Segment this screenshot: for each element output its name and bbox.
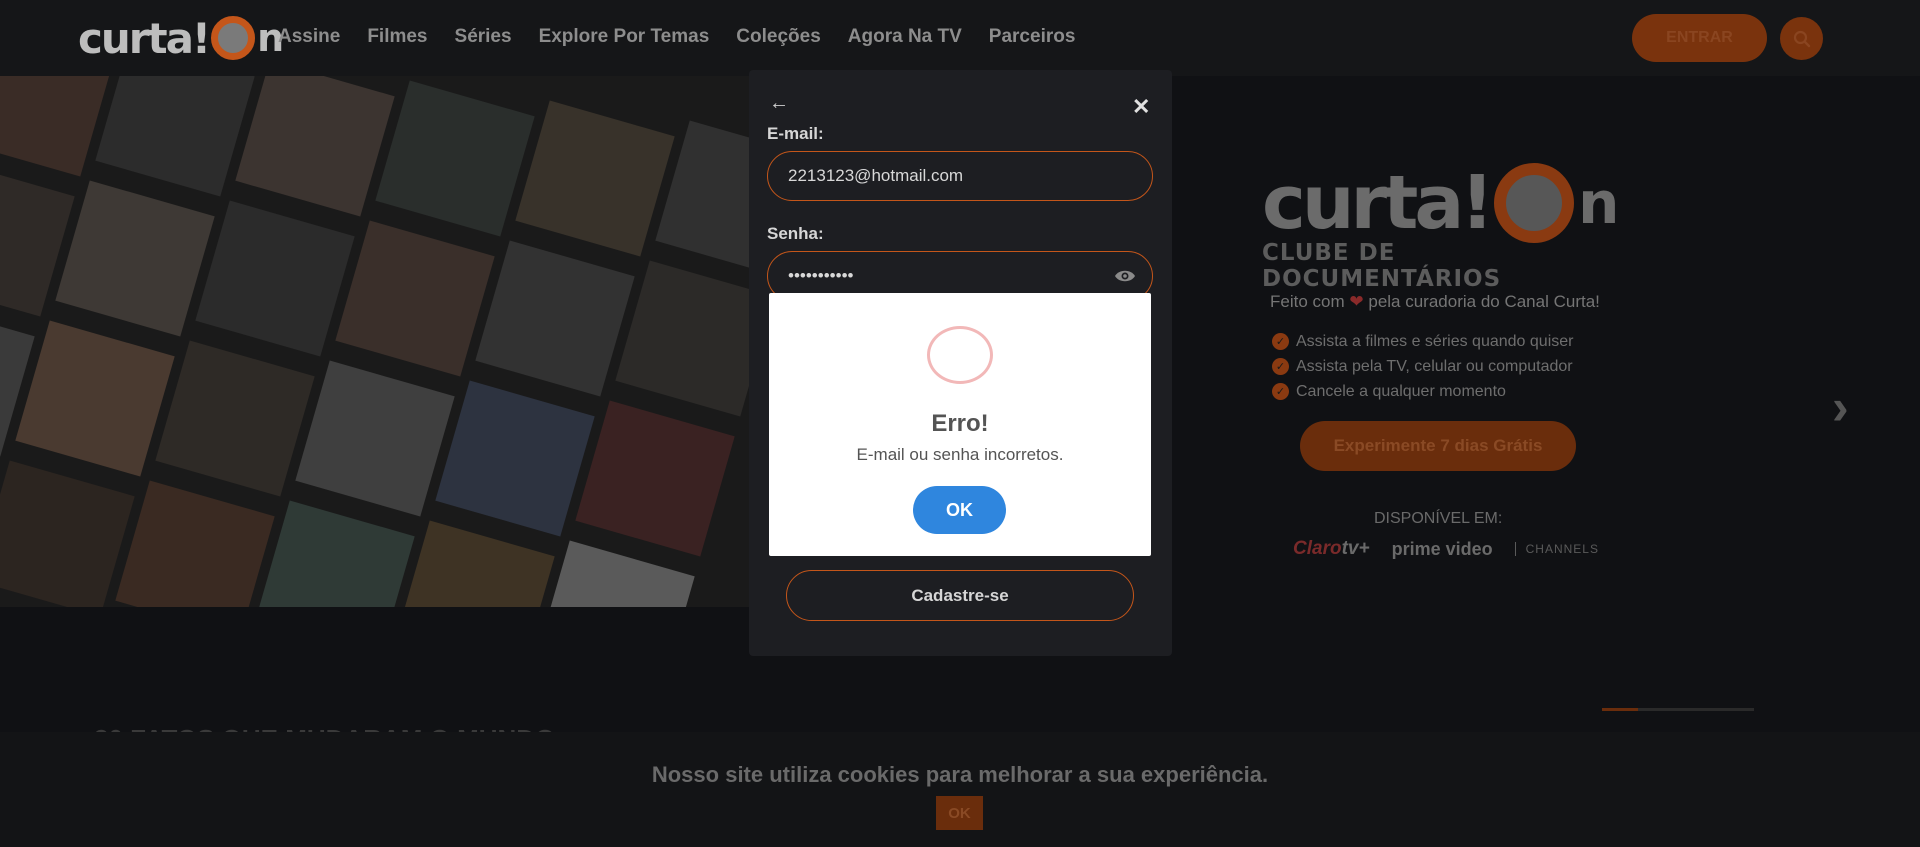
collage-photo bbox=[535, 540, 695, 607]
promo-logo-o-mark bbox=[1494, 163, 1575, 243]
carousel-next-arrow-icon[interactable]: › bbox=[1832, 378, 1849, 436]
cookie-text: Nosso site utiliza cookies para melhorar… bbox=[651, 762, 1269, 787]
promo-logo: curta! n bbox=[1262, 160, 1622, 246]
nav-parceiros[interactable]: Parceiros bbox=[989, 26, 1076, 48]
logo-text: curta! bbox=[78, 13, 211, 63]
close-icon[interactable]: ✕ bbox=[1132, 94, 1150, 120]
promo-logo-suffix: n bbox=[1578, 169, 1620, 237]
feature-text: Assista pela TV, celular ou computador bbox=[1296, 357, 1573, 375]
nav-explore-por-temas[interactable]: Explore Por Temas bbox=[539, 26, 710, 48]
promo-subtitle: CLUBE DE DOCUMENTÁRIOS bbox=[1262, 240, 1502, 292]
collage-photo bbox=[615, 260, 750, 417]
collage-photo bbox=[575, 400, 735, 557]
feature-item: ✓ Assista pela TV, celular ou computador bbox=[1272, 354, 1573, 379]
signup-button[interactable]: Cadastre-se bbox=[786, 570, 1134, 621]
tagline-after: pela curadoria do Canal Curta! bbox=[1368, 292, 1600, 311]
feature-text: Cancele a qualquer momento bbox=[1296, 382, 1506, 400]
password-label: Senha: bbox=[767, 224, 824, 243]
error-icon bbox=[927, 326, 993, 384]
collage-photo bbox=[155, 340, 315, 497]
nav-assine[interactable]: Assine bbox=[278, 26, 340, 48]
collage-photo bbox=[95, 76, 255, 197]
collage-photo bbox=[435, 380, 595, 537]
collage-photo bbox=[55, 180, 215, 337]
error-alert-dialog: Erro! E-mail ou senha incorretos. OK bbox=[769, 293, 1151, 556]
collage-photo bbox=[0, 460, 135, 607]
nav-series[interactable]: Séries bbox=[455, 26, 512, 48]
feature-item: ✓ Cancele a qualquer momento bbox=[1272, 379, 1573, 404]
hero-photo-collage bbox=[0, 76, 750, 607]
feature-list: ✓ Assista a filmes e séries quando quise… bbox=[1272, 329, 1573, 404]
collage-photo bbox=[375, 80, 535, 237]
heart-icon: ❤ bbox=[1349, 292, 1364, 311]
password-value: ••••••••••• bbox=[788, 266, 854, 285]
check-icon: ✓ bbox=[1272, 383, 1289, 400]
alert-message: E-mail ou senha incorretos. bbox=[856, 445, 1064, 464]
collage-photo bbox=[115, 480, 275, 607]
carousel-indicator-active bbox=[1602, 708, 1638, 711]
site-logo[interactable]: curta! n bbox=[78, 13, 284, 63]
check-icon: ✓ bbox=[1272, 358, 1289, 375]
alert-ok-button[interactable]: OK bbox=[913, 486, 1006, 534]
collage-photo bbox=[235, 76, 395, 217]
claro-tv-logo: Clarotv+ bbox=[1293, 538, 1370, 559]
channels-label: CHANNELS bbox=[1514, 542, 1599, 556]
main-nav: Assine Filmes Séries Explore Por Temas C… bbox=[278, 26, 1102, 48]
back-arrow-icon[interactable]: ← bbox=[769, 92, 789, 115]
collage-photo bbox=[295, 360, 455, 517]
email-label: E-mail: bbox=[767, 124, 824, 143]
promo-logo-block: curta! n CLUBE DE DOCUMENTÁRIOS bbox=[1262, 160, 1622, 292]
prime-video-logo: prime video bbox=[1391, 538, 1493, 559]
promo-logo-text: curta! bbox=[1262, 160, 1494, 246]
collage-photo bbox=[515, 100, 675, 257]
collage-photo bbox=[475, 240, 635, 397]
collage-photo bbox=[15, 320, 175, 477]
carousel-indicator[interactable] bbox=[1602, 708, 1754, 711]
check-icon: ✓ bbox=[1272, 333, 1289, 350]
login-button[interactable]: ENTRAR bbox=[1632, 14, 1767, 62]
alert-title: Erro! bbox=[931, 410, 989, 437]
available-label: DISPONÍVEL EM: bbox=[1374, 510, 1503, 527]
cookie-banner: Nosso site utiliza cookies para melhorar… bbox=[0, 732, 1920, 847]
promo-tagline: Feito com ❤ pela curadoria do Canal Curt… bbox=[1270, 292, 1600, 312]
free-trial-button[interactable]: Experimente 7 dias Grátis bbox=[1300, 421, 1576, 471]
site-header: curta! n Assine Filmes Séries Explore Po… bbox=[0, 0, 1920, 76]
collage-photo bbox=[395, 520, 555, 607]
nav-agora-na-tv[interactable]: Agora Na TV bbox=[848, 26, 962, 48]
logo-o-mark bbox=[211, 16, 256, 60]
partner-logos: Clarotv+ prime video CHANNELS bbox=[1293, 538, 1599, 560]
feature-item: ✓ Assista a filmes e séries quando quise… bbox=[1272, 329, 1573, 354]
eye-icon[interactable] bbox=[1114, 268, 1136, 284]
feature-text: Assista a filmes e séries quando quiser bbox=[1296, 332, 1574, 350]
tagline-before: Feito com bbox=[1270, 292, 1345, 311]
search-icon bbox=[1793, 30, 1810, 47]
search-button[interactable] bbox=[1780, 17, 1823, 60]
cookie-ok-button[interactable]: OK bbox=[936, 796, 983, 830]
email-field[interactable]: 2213123@hotmail.com bbox=[767, 151, 1153, 201]
nav-colecoes[interactable]: Coleções bbox=[736, 26, 820, 48]
collage-photo bbox=[255, 500, 415, 607]
collage-photo bbox=[195, 200, 355, 357]
collage-photo bbox=[335, 220, 495, 377]
nav-filmes[interactable]: Filmes bbox=[367, 26, 427, 48]
